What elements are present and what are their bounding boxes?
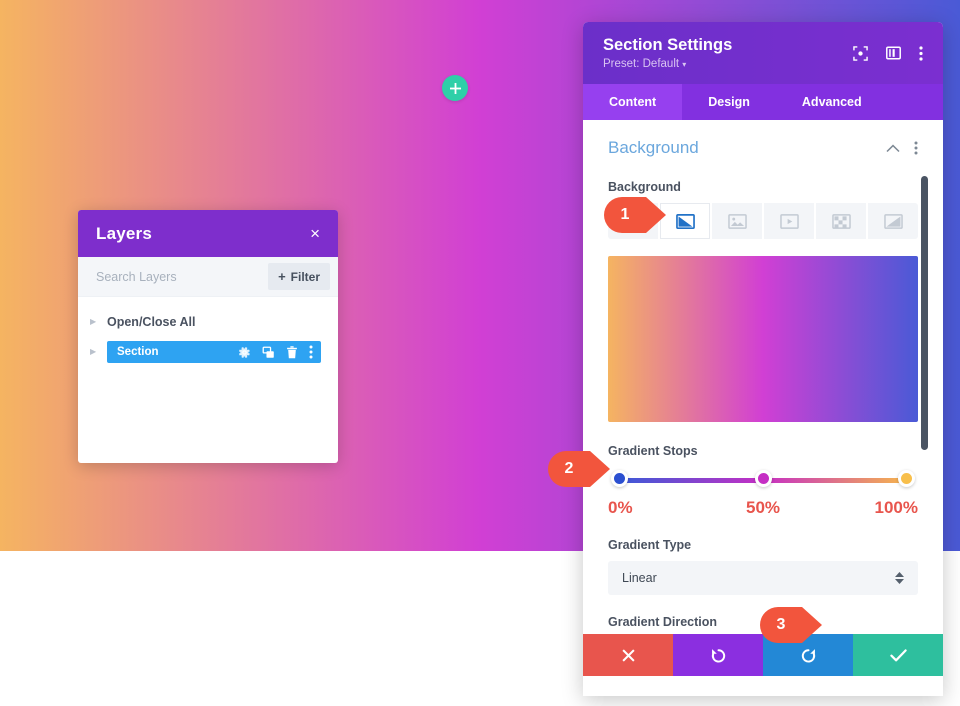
add-section-button[interactable] (442, 75, 468, 101)
layers-panel: Layers × + Filter ▶ Open/Close All ▶ Sec… (78, 210, 338, 463)
chevron-up-icon (895, 572, 904, 577)
section-settings-panel: Section Settings Preset: Default ▾ Conte… (583, 22, 943, 696)
gradient-type-label: Gradient Type (608, 538, 692, 552)
preset-selector[interactable]: Preset: Default ▾ (603, 58, 732, 70)
settings-footer (583, 634, 943, 676)
layer-row-section[interactable]: ▶ Section (78, 341, 338, 363)
bg-type-image-button[interactable] (712, 203, 764, 239)
background-field-label: Background (608, 180, 681, 194)
background-toggle-title: Background (608, 138, 699, 157)
settings-content: Background Background Gradient Stops 0% … (583, 120, 943, 676)
chevron-down-icon (895, 579, 904, 584)
layers-panel-title: Layers (96, 223, 153, 243)
settings-content-scrollbar[interactable] (921, 176, 928, 450)
gradient-stop-percentages: 0% 50% 100% (608, 498, 918, 524)
filter-button[interactable]: + Filter (268, 263, 330, 290)
save-button[interactable] (853, 634, 943, 676)
gradient-stops-label: Gradient Stops (608, 444, 698, 458)
gradient-stop-handle-100[interactable] (898, 470, 915, 487)
redo-button[interactable] (763, 634, 853, 676)
layout-icon[interactable] (886, 46, 901, 60)
chevron-right-icon[interactable]: ▶ (90, 348, 104, 356)
settings-header-actions (853, 45, 923, 61)
layers-panel-header: Layers × (78, 210, 338, 257)
chevron-down-icon: ▾ (682, 60, 687, 69)
background-toggle-header[interactable]: Background (608, 138, 918, 158)
gradient-direction-label: Gradient Direction (608, 615, 718, 629)
chevron-up-icon[interactable] (886, 144, 900, 153)
video-icon (779, 213, 799, 229)
more-vertical-icon[interactable] (919, 45, 923, 61)
trash-icon[interactable] (286, 345, 298, 359)
bg-type-color-button[interactable] (608, 203, 660, 239)
settings-tabs: Content Design Advanced (583, 84, 943, 120)
layer-item-section[interactable]: Section (107, 341, 321, 363)
select-stepper-icon (895, 572, 904, 584)
check-icon (889, 648, 907, 661)
gradient-stop-percent-100: 100% (874, 498, 918, 517)
image-icon (727, 213, 747, 229)
close-icon (621, 648, 635, 662)
layer-row-open-close-all[interactable]: ▶ Open/Close All (78, 311, 338, 333)
layer-item-label: Section (117, 346, 159, 358)
preset-label: Preset: Default (603, 58, 680, 70)
search-layers-input[interactable] (96, 269, 246, 284)
plus-icon: + (278, 269, 286, 284)
tab-content[interactable]: Content (583, 84, 683, 120)
gradient-icon (675, 213, 695, 229)
bg-type-video-button[interactable] (764, 203, 816, 239)
mask-icon (883, 213, 903, 229)
gradient-stop-handle-0[interactable] (611, 470, 628, 487)
close-icon[interactable]: × (310, 225, 320, 242)
tab-design[interactable]: Design (682, 84, 776, 120)
filter-button-label: Filter (290, 269, 320, 284)
page-title: Section Settings (603, 36, 733, 54)
gradient-stop-percent-50: 50% (745, 498, 781, 517)
screenshot-root: Layers × + Filter ▶ Open/Close All ▶ Sec… (0, 0, 960, 706)
expand-icon[interactable] (853, 45, 868, 61)
more-vertical-icon[interactable] (914, 141, 918, 155)
layers-list: ▶ Open/Close All ▶ Section (78, 297, 338, 363)
undo-icon (711, 648, 725, 663)
chevron-right-icon[interactable]: ▶ (90, 318, 104, 326)
bg-type-mask-button[interactable] (868, 203, 918, 239)
settings-panel-header: Section Settings Preset: Default ▾ (583, 22, 943, 84)
gradient-stop-handle-50[interactable] (754, 470, 772, 487)
tab-advanced[interactable]: Advanced (776, 84, 888, 120)
redo-icon (801, 648, 815, 663)
gradient-type-value: Linear (622, 571, 657, 585)
gradient-stops-slider[interactable] (611, 470, 915, 492)
settings-content-inner: Background Background Gradient Stops 0% … (583, 120, 943, 670)
gear-icon[interactable] (238, 346, 251, 359)
background-type-group (608, 203, 918, 239)
settings-header-titles: Section Settings Preset: Default ▾ (603, 36, 732, 70)
bg-type-pattern-button[interactable] (816, 203, 868, 239)
discard-button[interactable] (583, 634, 673, 676)
plus-icon (449, 82, 461, 94)
background-toggle-actions (886, 141, 918, 155)
open-close-all-label: Open/Close All (107, 315, 196, 329)
bg-type-gradient-button[interactable] (660, 203, 712, 239)
gradient-type-select[interactable]: Linear (608, 561, 918, 595)
pattern-icon (831, 213, 851, 229)
layers-search-row: + Filter (78, 257, 338, 297)
duplicate-icon[interactable] (262, 346, 275, 359)
gradient-preview[interactable] (608, 256, 918, 422)
gradient-stop-percent-0: 0% (608, 498, 633, 517)
more-vertical-icon[interactable] (309, 345, 313, 359)
layer-item-actions (238, 345, 313, 359)
undo-button[interactable] (673, 634, 763, 676)
